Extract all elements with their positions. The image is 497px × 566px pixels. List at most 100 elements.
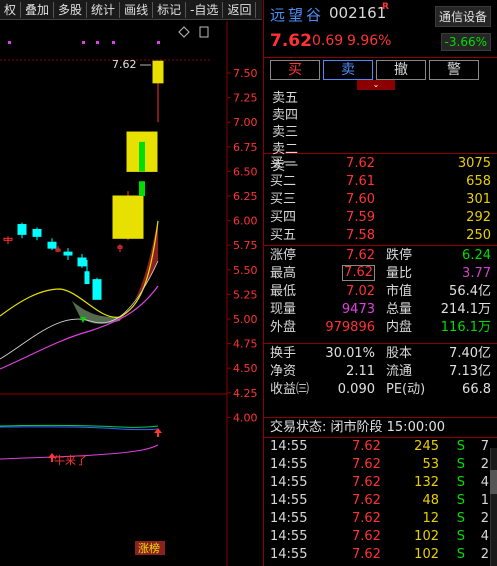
bid-row: 买二 7.61 658	[264, 173, 497, 191]
window-icon[interactable]	[199, 26, 209, 38]
stat-value: 7.62	[342, 265, 375, 281]
tick-list[interactable]: 14:55 7.62 245 S 7 14:55 7.62 53 S 2 14:55…	[264, 438, 497, 564]
tick-side: S	[456, 547, 465, 562]
bid-price[interactable]: 7.58	[346, 227, 375, 245]
sell-button[interactable]: 卖	[323, 60, 373, 80]
tick-scrollbar-thumb[interactable]	[490, 470, 497, 494]
bid-row: 买三 7.60 301	[264, 191, 497, 209]
bid-volume: 301	[466, 192, 491, 207]
stat-label: 外盘	[270, 320, 297, 335]
stat-label: 总量	[386, 302, 413, 317]
tick-price: 7.62	[352, 547, 381, 562]
stat-label: 量比	[386, 266, 413, 281]
tick-volume: 102	[414, 529, 439, 544]
candle-body	[63, 251, 73, 256]
toolbar-back-button[interactable]: 返回	[223, 1, 257, 18]
toolbar-overlay-button[interactable]: 叠加	[21, 1, 55, 18]
stat-label: 收益㈢	[270, 382, 310, 397]
bid-price[interactable]: 7.59	[346, 209, 375, 227]
tick-count: 1	[480, 493, 489, 508]
bid-label: 买一	[270, 156, 297, 171]
stat-value: 9473	[341, 302, 375, 317]
stat-label: 现量	[270, 302, 297, 317]
toolbar-mark-button[interactable]: 标记	[153, 1, 187, 18]
tick-side: S	[456, 493, 465, 508]
chart-toolbar: 权 叠加 多股 统计 画线 标记 -自选 返回	[0, 0, 262, 20]
stat-row: 最低 7.02 市值 56.4亿	[264, 283, 497, 301]
tick-row: 14:55 7.62 53 S 2	[264, 456, 497, 474]
stat-value: 3.77	[462, 266, 491, 281]
quote-stats-secondary: 换手 30.01% 股本 7.40亿 净资 2.11 流通 7.13亿 收益㈢ 0.…	[264, 344, 497, 418]
tick-row: 14:55 7.62 245 S 7	[264, 438, 497, 456]
tick-side: S	[456, 475, 465, 490]
stat-label: 净资	[270, 364, 297, 379]
toolbar-rights-button[interactable]: 权	[0, 1, 22, 18]
stat-value: 979896	[325, 320, 375, 335]
ask-levels: 卖五 卖四 卖三 卖二 卖一	[264, 82, 497, 174]
kline-chart-svg: 7.62 7.50 7.25 7.00 6.75 6.50 6.25 6.00 5.75 5.5…	[0, 21, 258, 566]
toolbar-multi-stock-button[interactable]: 多股	[54, 1, 88, 18]
tick-row: 14:55 7.62 102 S 2	[264, 546, 497, 564]
stat-row: 外盘 979896 内盘 116.1万	[264, 319, 497, 337]
diamond-icon[interactable]	[178, 26, 190, 38]
volume-marker	[139, 181, 145, 196]
price-axis-label: 6.50	[233, 165, 258, 178]
bid-price[interactable]: 7.60	[346, 191, 375, 209]
tick-time: 14:55	[270, 547, 308, 562]
bid-price[interactable]: 7.61	[346, 173, 375, 191]
stock-header: 远望谷 002161 R 通信设备 7.62 0.69 9.96% -3.66%	[264, 0, 497, 58]
price-axis-label: 4.25	[233, 387, 258, 400]
price-axis: 7.50 7.25 7.00 6.75 6.50 6.25 6.00 5.75 5.50 5.25…	[227, 67, 258, 424]
price-axis-label: 5.75	[233, 239, 258, 252]
stat-label: 股本	[386, 346, 413, 361]
price-axis-label: 4.50	[233, 362, 258, 375]
price-axis-label: 7.00	[233, 116, 258, 129]
stat-value: 6.24	[462, 248, 491, 263]
price-axis-label: 6.00	[233, 215, 258, 228]
rank-badge[interactable]: 涨榜	[138, 541, 160, 555]
tick-scrollbar[interactable]	[490, 448, 497, 566]
tick-time: 14:55	[270, 457, 308, 472]
stat-value: 56.4亿	[449, 284, 491, 299]
stat-label: 最低	[270, 284, 297, 299]
toolbar-remove-watchlist-button[interactable]: -自选	[186, 1, 224, 18]
toolbar-draw-button[interactable]: 画线	[120, 1, 154, 18]
stat-value: 2.11	[346, 364, 375, 379]
stat-label: 涨停	[270, 248, 297, 263]
kline-chart[interactable]: 7.62 7.50 7.25 7.00 6.75 6.50 6.25 6.00 5.75 5.5…	[0, 21, 262, 566]
tick-count: 2	[480, 511, 489, 526]
ma-long-line	[0, 285, 159, 370]
tick-volume: 132	[414, 475, 439, 490]
bid-label: 买三	[270, 192, 297, 207]
last-price: 7.62	[270, 31, 312, 51]
tick-time: 14:55	[270, 475, 308, 490]
stat-label: 最高	[270, 266, 297, 281]
tick-price: 7.62	[352, 493, 381, 508]
bid-price[interactable]: 7.62	[346, 155, 375, 173]
ask-level-5: 卖五	[272, 91, 299, 106]
buy-button[interactable]: 买	[270, 60, 320, 80]
collapse-chevron-icon[interactable]: ⌄	[357, 80, 395, 90]
tick-price: 7.62	[352, 475, 381, 490]
tick-side: S	[456, 529, 465, 544]
stat-label: PE(动)	[386, 382, 426, 397]
toolbar-stats-button[interactable]: 统计	[87, 1, 121, 18]
tick-side: S	[456, 457, 465, 472]
candle-body	[47, 241, 57, 249]
high-price-label: 7.62	[112, 58, 137, 71]
tick-row: 14:55 7.62 132 S 4	[264, 474, 497, 492]
bid-row: 买五 7.58 250	[264, 227, 497, 245]
price-axis-label: 6.25	[233, 190, 258, 203]
candle-body	[152, 60, 164, 84]
industry-tag[interactable]: 通信设备	[434, 6, 491, 27]
stat-value: 30.01%	[325, 346, 375, 361]
quote-panel: 远望谷 002161 R 通信设备 7.62 0.69 9.96% -3.66%…	[263, 0, 497, 566]
tick-volume: 53	[422, 457, 439, 472]
candle-body	[92, 279, 102, 300]
trade-status: 交易状态: 闭市阶段 15:00:00	[264, 418, 497, 438]
alert-button[interactable]: 警	[429, 60, 479, 80]
cancel-order-button[interactable]: 撤	[376, 60, 426, 80]
bid-label: 买二	[270, 174, 297, 189]
stat-row: 净资 2.11 流通 7.13亿	[264, 363, 497, 381]
tick-count: 7	[480, 439, 489, 454]
